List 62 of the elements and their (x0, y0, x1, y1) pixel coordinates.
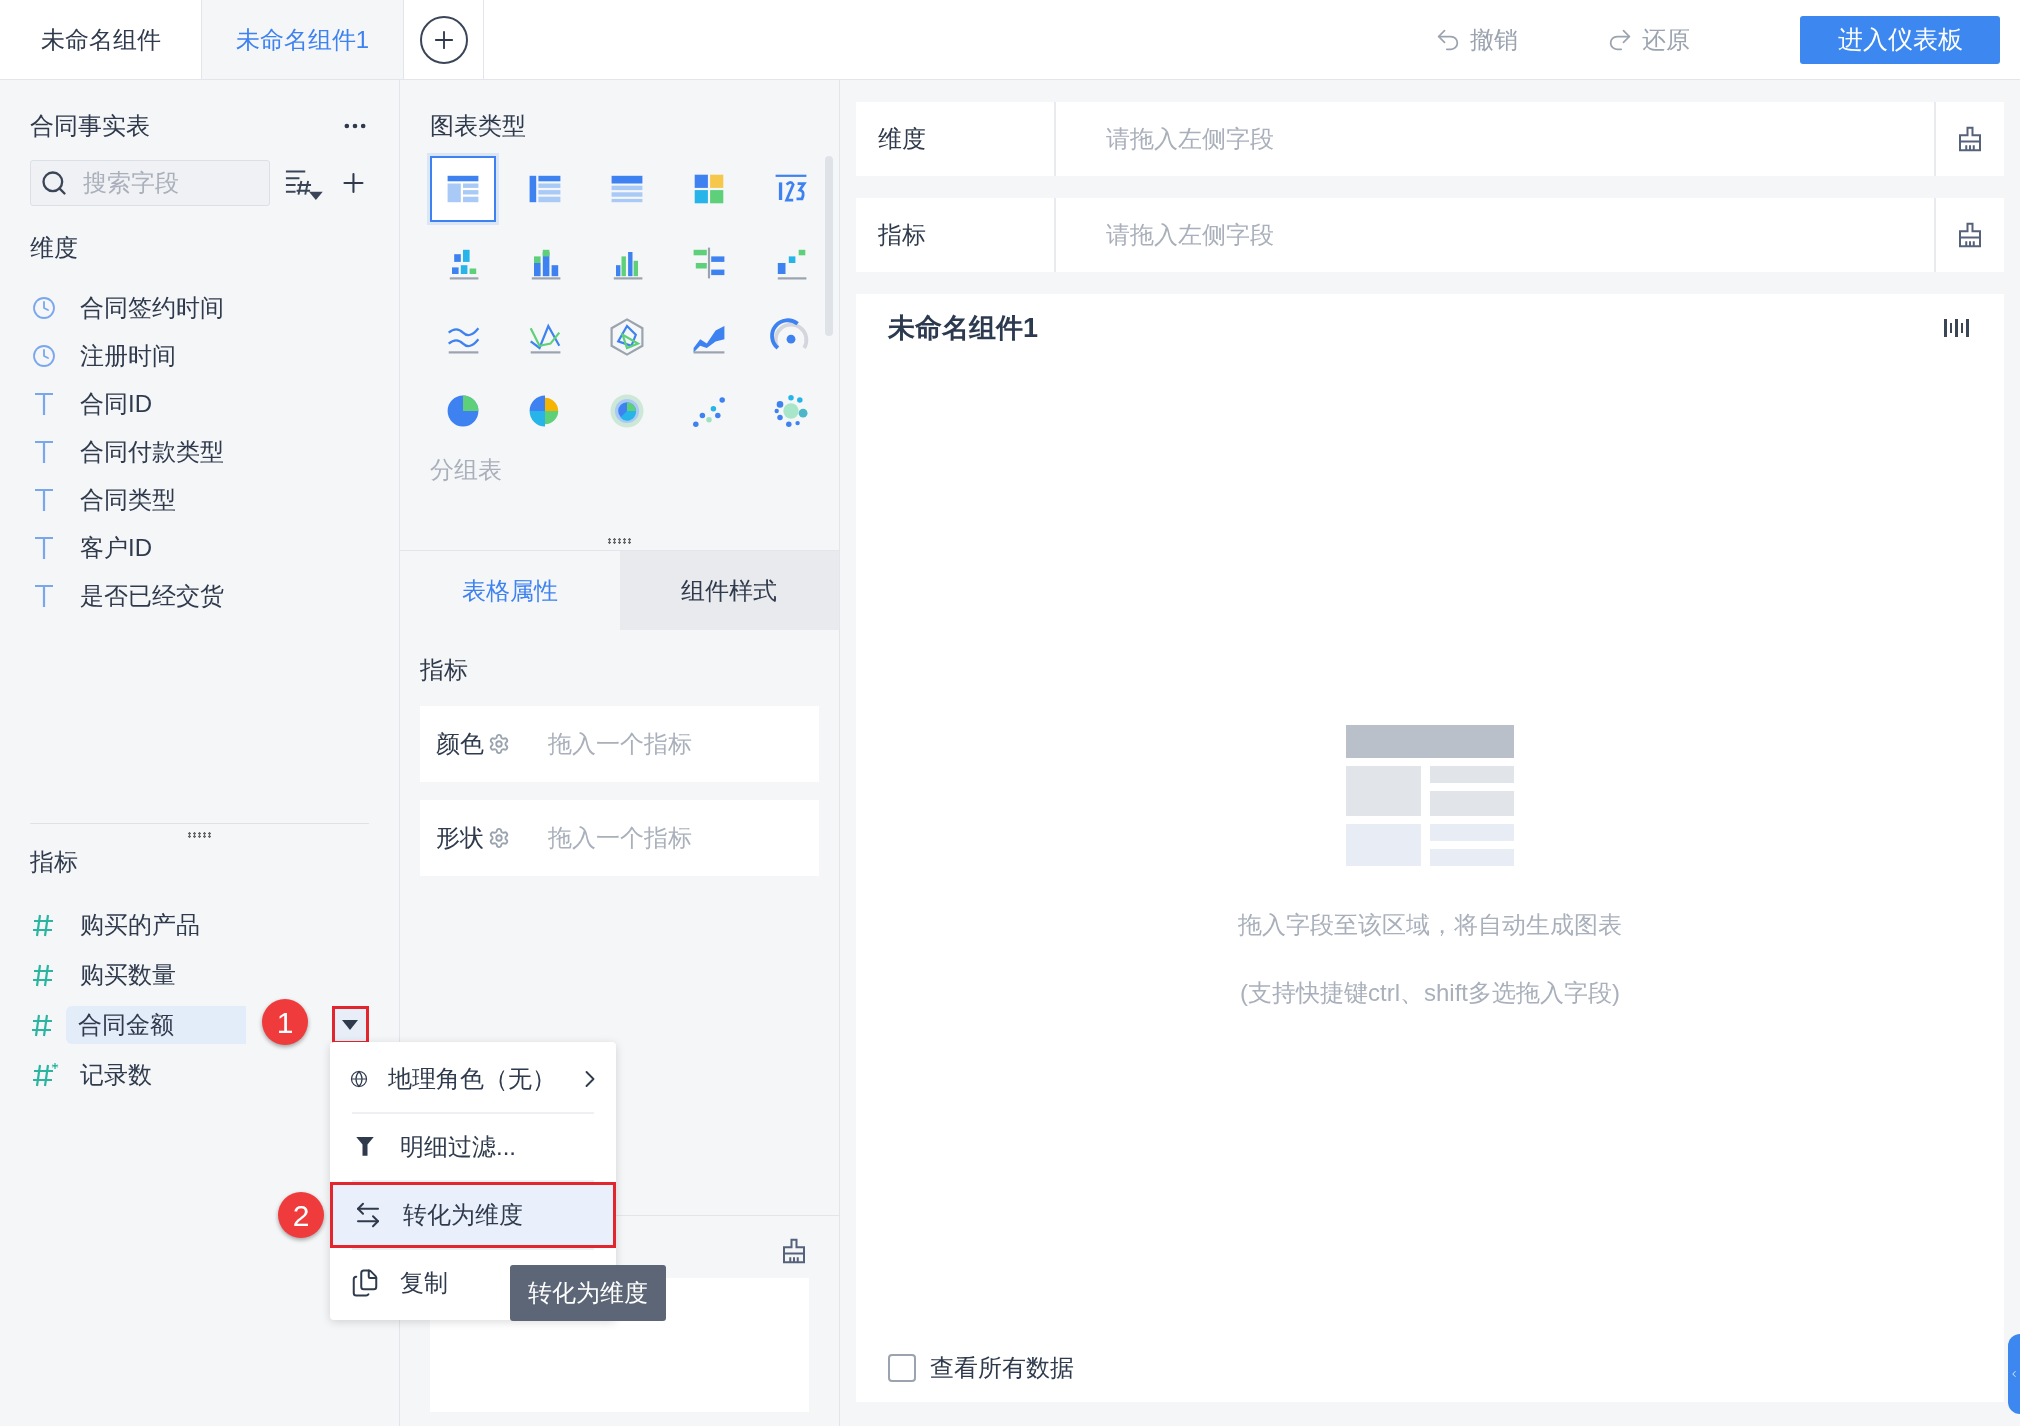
dropdown-button[interactable] (331, 1006, 369, 1044)
settings-icon[interactable] (488, 733, 510, 755)
text-type-icon (33, 440, 55, 464)
dimension-field[interactable]: 合同付款类型 (80, 434, 224, 470)
dimension-field[interactable]: 注册时间 (80, 338, 176, 374)
menu-item[interactable]: 转化为维度 (330, 1182, 616, 1248)
measure-field[interactable]: 记录数 (68, 1056, 260, 1094)
search-field[interactable]: 搜索字段 (30, 160, 270, 206)
caret-icon (342, 1020, 359, 1030)
dimension-field[interactable]: 合同签约时间 (80, 290, 224, 326)
empty-hint: 拖入字段至该区域，将自动生成图表 (1238, 909, 1622, 940)
shelf-label: 指标 (856, 198, 1056, 272)
drop-slot[interactable]: 形状 拖入一个指标 (420, 800, 819, 876)
step-marker: 1 (262, 999, 308, 1045)
slot-label: 颜色 (436, 729, 484, 759)
shelf-label: 维度 (856, 102, 1056, 176)
shelf[interactable]: 维度 请拖入左侧字段 (856, 102, 2004, 176)
checkbox[interactable] (888, 1354, 916, 1382)
slot-label: 形状 (436, 823, 484, 853)
text-type-icon (33, 536, 55, 560)
chart-type-label: 分组表 (430, 455, 503, 485)
tooltip: 转化为维度 (510, 1265, 666, 1321)
section-heading: 指标 (420, 655, 469, 685)
drop-slot[interactable]: 颜色 拖入一个指标 (420, 706, 819, 782)
tab[interactable]: 组件样式 (619, 551, 839, 630)
text-type-icon (33, 488, 55, 512)
empty-subhint: (支持快捷键ctrl、shift多选拖入字段) (1240, 977, 1620, 1008)
resize-handle[interactable] (186, 832, 213, 838)
clock-icon (32, 344, 56, 368)
add-tab-button[interactable] (419, 15, 468, 64)
resize-handle[interactable] (606, 538, 633, 544)
clock-icon (32, 296, 56, 320)
shelf[interactable]: 指标 请拖入左侧字段 (856, 198, 2004, 272)
step-marker: 2 (278, 1192, 324, 1238)
menu-item[interactable]: 地理角色（无） (330, 1046, 616, 1112)
chart-type-button[interactable] (430, 156, 496, 222)
slot-placeholder: 拖入一个指标 (548, 823, 692, 853)
measure-field[interactable]: 合同金额 (66, 1006, 246, 1044)
dimension-field[interactable]: 是否已经交货 (80, 578, 224, 614)
panel-title: 图表类型 (430, 111, 527, 141)
enter-dashboard-button[interactable]: 进入仪表板 (1800, 15, 2000, 64)
collapse-handle[interactable] (2008, 1334, 2020, 1414)
section-heading: 指标 (30, 847, 79, 877)
shelf-placeholder: 请拖入左侧字段 (1105, 124, 1275, 154)
component-title: 未命名组件1 (888, 312, 1039, 345)
menu-item[interactable]: 明细过滤... (330, 1114, 616, 1180)
section-heading: 维度 (30, 233, 79, 263)
measure-field[interactable]: 购买数量 (68, 956, 260, 994)
count-field-icon (31, 1062, 59, 1088)
text-type-icon (33, 392, 55, 416)
dimension-field[interactable]: 客户ID (80, 530, 152, 566)
table-title: 合同事实表 (30, 111, 150, 141)
shelf-placeholder: 请拖入左侧字段 (1105, 220, 1275, 250)
copy-icon (350, 1268, 380, 1298)
settings-icon[interactable] (488, 827, 510, 849)
dimension-field[interactable]: 合同类型 (80, 482, 176, 518)
dimension-field[interactable]: 合同ID (80, 386, 152, 422)
search-icon (40, 169, 68, 197)
measure-field[interactable]: 购买的产品 (68, 906, 260, 944)
text-type-icon (33, 584, 55, 608)
checkbox-label: 查看所有数据 (930, 1353, 1074, 1383)
slot-placeholder: 拖入一个指标 (548, 729, 692, 759)
